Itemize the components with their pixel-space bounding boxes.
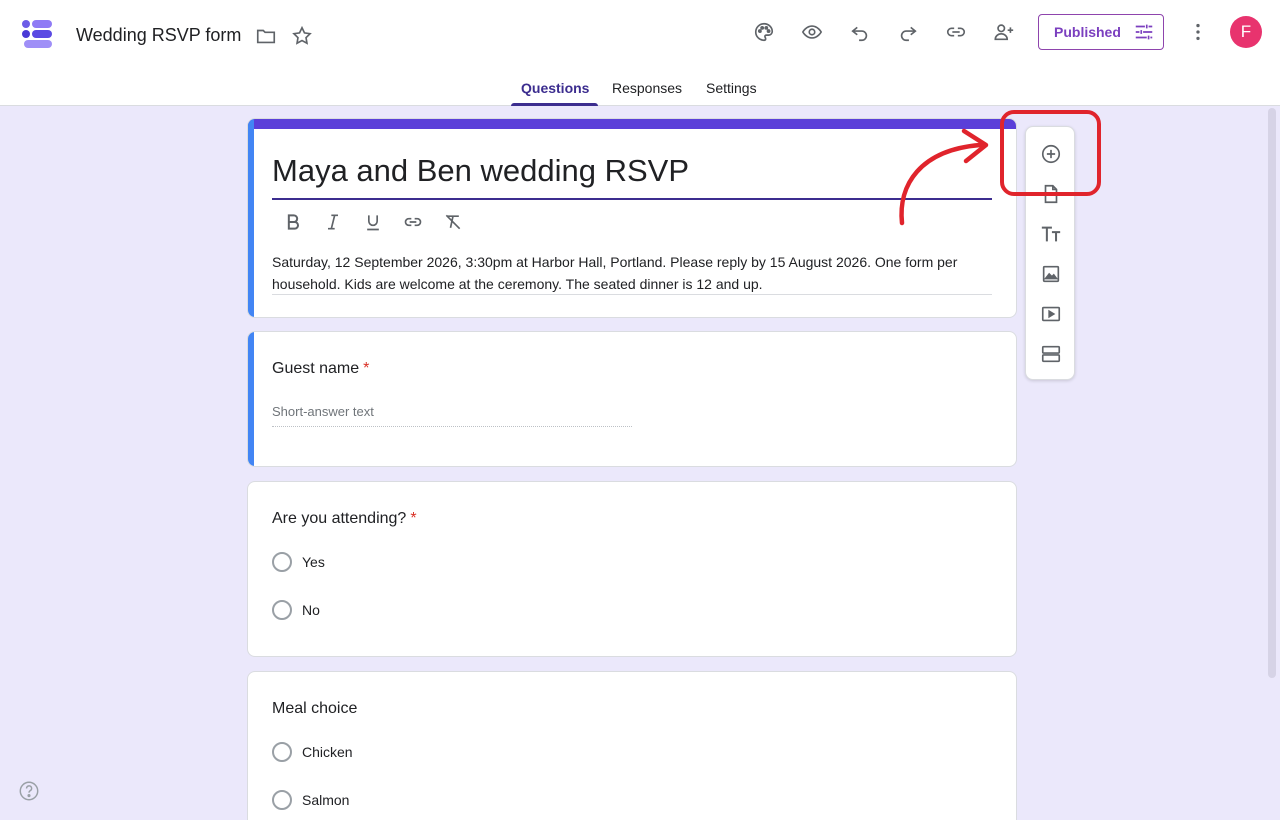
active-card-indicator (248, 119, 254, 317)
question-card-attending[interactable]: Are you attending? * Yes No (247, 481, 1017, 657)
italic-icon[interactable] (322, 211, 344, 233)
question-card-meal-choice[interactable]: Meal choice Chicken Salmon (247, 671, 1017, 820)
import-questions-icon[interactable] (1038, 181, 1064, 207)
clear-formatting-icon[interactable] (442, 211, 464, 233)
form-title-card[interactable]: Maya and Ben wedding RSVP Saturday, 12 S… (247, 118, 1017, 318)
help-icon[interactable] (18, 780, 40, 802)
add-image-icon[interactable] (1038, 261, 1064, 287)
top-bar: Wedding RSVP form Published F Questions … (0, 0, 1280, 106)
question-text: Are you attending? (272, 510, 407, 527)
question-label: Meal choice (272, 700, 357, 718)
option-label: Yes (302, 554, 325, 570)
option-label: No (302, 602, 320, 618)
tab-bar: Questions Responses Settings (0, 74, 1280, 106)
more-vert-icon[interactable] (1182, 16, 1214, 48)
tab-questions[interactable]: Questions (521, 80, 589, 96)
account-avatar[interactable]: F (1230, 16, 1262, 48)
radio-button[interactable] (272, 742, 292, 762)
active-card-indicator (248, 332, 254, 466)
add-question-icon[interactable] (1038, 141, 1064, 167)
radio-button[interactable] (272, 600, 292, 620)
option-label: Chicken (302, 744, 353, 760)
document-title[interactable]: Wedding RSVP form (76, 25, 241, 46)
star-icon[interactable] (286, 20, 318, 52)
title-underline (272, 198, 992, 200)
required-asterisk: * (410, 510, 417, 527)
undo-icon[interactable] (844, 16, 876, 48)
add-section-icon[interactable] (1038, 341, 1064, 367)
bold-icon[interactable] (282, 211, 304, 233)
palette-icon[interactable] (748, 16, 780, 48)
forms-logo-icon[interactable] (20, 16, 56, 52)
short-answer-placeholder: Short-answer text (272, 404, 374, 419)
floating-toolbar (1025, 126, 1075, 380)
active-tab-indicator (511, 103, 598, 106)
add-collaborator-icon[interactable] (988, 16, 1020, 48)
folder-icon[interactable] (250, 20, 282, 52)
page-scrollbar[interactable] (1268, 108, 1276, 678)
question-text: Guest name (272, 360, 360, 377)
formatting-toolbar (282, 211, 464, 233)
radio-button[interactable] (272, 790, 292, 810)
question-label: Guest name * (272, 360, 369, 378)
radio-option-chicken[interactable]: Chicken (272, 742, 353, 762)
required-asterisk: * (363, 360, 370, 377)
question-card-guest-name[interactable]: Guest name * Short-answer text (247, 331, 1017, 467)
description-underline (272, 294, 992, 295)
insert-link-icon[interactable] (402, 211, 424, 233)
radio-option-no[interactable]: No (272, 600, 320, 620)
redo-icon[interactable] (892, 16, 924, 48)
add-video-icon[interactable] (1038, 301, 1064, 327)
short-answer-underline (272, 426, 632, 427)
published-button[interactable]: Published (1038, 14, 1164, 50)
add-title-icon[interactable] (1038, 221, 1064, 247)
preview-eye-icon[interactable] (796, 16, 828, 48)
theme-color-strip (248, 119, 1016, 129)
link-icon[interactable] (940, 16, 972, 48)
question-label: Are you attending? * (272, 510, 417, 528)
radio-option-yes[interactable]: Yes (272, 552, 325, 572)
published-label: Published (1054, 24, 1121, 40)
radio-option-salmon[interactable]: Salmon (272, 790, 349, 810)
option-label: Salmon (302, 792, 350, 808)
question-text: Meal choice (272, 700, 358, 717)
tab-settings[interactable]: Settings (706, 80, 757, 96)
tab-responses[interactable]: Responses (612, 80, 682, 96)
form-description[interactable]: Saturday, 12 September 2026, 3:30pm at H… (272, 251, 992, 295)
radio-button[interactable] (272, 552, 292, 572)
tune-icon (1135, 24, 1153, 40)
form-title[interactable]: Maya and Ben wedding RSVP (272, 153, 689, 189)
underline-icon[interactable] (362, 211, 384, 233)
